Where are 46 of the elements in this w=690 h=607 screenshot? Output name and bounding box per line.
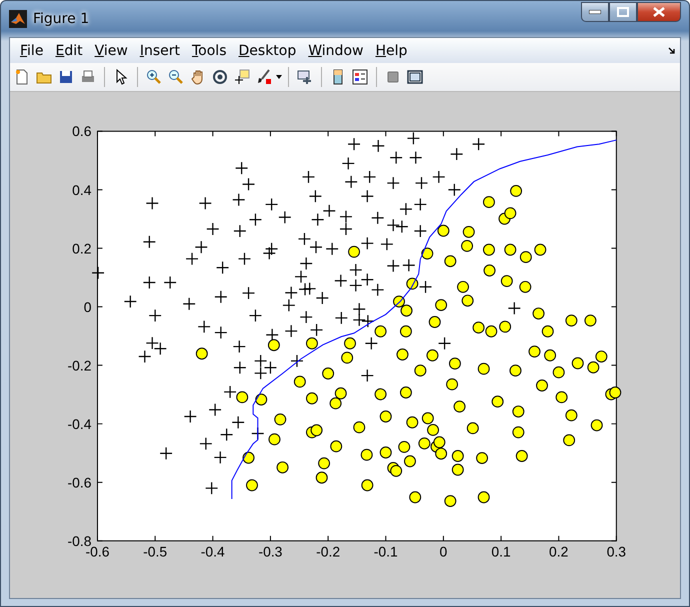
zoom-in-icon <box>146 69 162 85</box>
menu-item[interactable]: Window <box>302 40 370 60</box>
linked-plots-icon <box>297 69 313 85</box>
menu-item[interactable]: File <box>14 40 50 60</box>
minimize-icon <box>589 10 601 14</box>
save-icon <box>58 69 74 85</box>
tick-label: 0.4 <box>72 182 92 198</box>
tick-label: 0.6 <box>72 123 92 140</box>
brush-icon <box>256 69 272 85</box>
tick-label: 0.2 <box>549 544 568 560</box>
tick-label: -0.6 <box>68 474 92 490</box>
dock-arrow-icon[interactable] <box>668 46 676 54</box>
app-logo-icon <box>9 10 27 28</box>
tick-label: 0.2 <box>72 240 92 256</box>
tick-label: -0.8 <box>68 532 92 549</box>
menu-item[interactable]: Help <box>369 40 414 60</box>
zoom-out-icon <box>168 69 184 85</box>
tick-label: -0.5 <box>143 544 168 560</box>
close-button[interactable] <box>637 2 681 22</box>
menu-item[interactable]: Insert <box>134 40 186 60</box>
tick-label: -0.1 <box>374 544 398 560</box>
tick-label: 0 <box>84 298 92 315</box>
legend-icon <box>352 69 368 85</box>
tick-label: -0.2 <box>68 357 92 374</box>
new-file-icon <box>14 69 30 85</box>
caret-icon[interactable] <box>276 75 282 79</box>
tick-label: -0.4 <box>200 544 225 560</box>
menu-item[interactable]: Desktop <box>232 40 302 60</box>
menu-item[interactable]: Tools <box>186 40 232 60</box>
minimize-button[interactable] <box>581 2 609 22</box>
tick-label: -0.3 <box>258 544 282 560</box>
data-cursor-icon <box>234 69 250 85</box>
maximize-icon <box>617 7 629 17</box>
square-icon <box>385 69 401 85</box>
tick-label: 0.3 <box>606 544 626 560</box>
window-title: Figure 1 <box>33 11 90 27</box>
menu-item[interactable]: Edit <box>49 40 89 60</box>
panel-layout-icon <box>407 69 423 85</box>
maximize-button[interactable] <box>609 2 637 22</box>
printer-icon <box>80 69 96 85</box>
menu-item[interactable]: View <box>88 40 134 60</box>
tick-label: -0.4 <box>68 416 92 432</box>
tick-label: 0 <box>440 544 448 560</box>
tick-label: 0.1 <box>491 544 511 560</box>
close-icon <box>653 7 665 17</box>
tick-label: -0.2 <box>316 544 340 560</box>
